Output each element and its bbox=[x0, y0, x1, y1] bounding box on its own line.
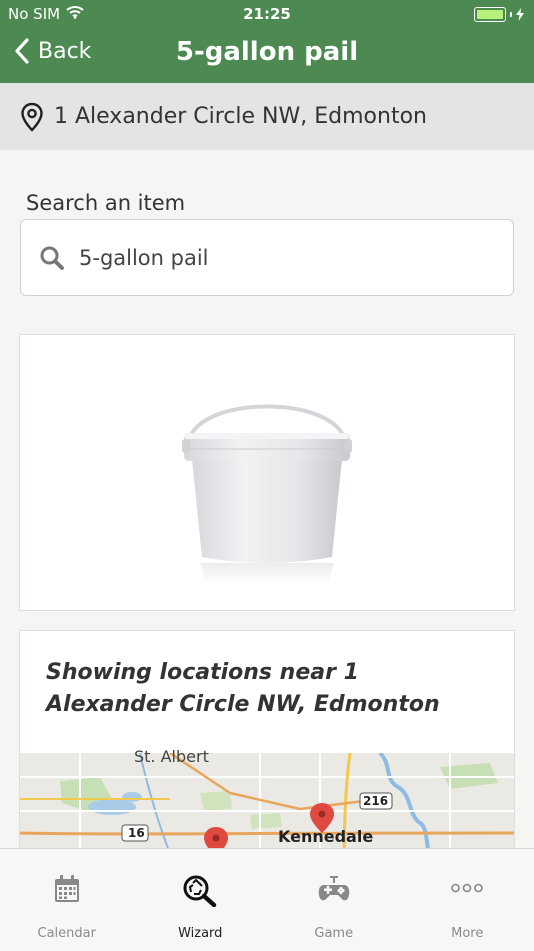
route-16-label: 16 bbox=[128, 826, 145, 840]
item-image-card bbox=[19, 334, 515, 611]
more-icon bbox=[401, 883, 534, 893]
route-216-label: 216 bbox=[363, 794, 388, 808]
battery-icon bbox=[474, 7, 506, 22]
tab-bar: Calendar Wizard bbox=[0, 848, 534, 951]
status-bar: No SIM 21:25 bbox=[0, 0, 534, 28]
locations-card: Showing locations near 1 Alexander Circl… bbox=[19, 630, 515, 872]
status-time: 21:25 bbox=[0, 5, 534, 23]
map-label-kennedale: Kennedale bbox=[278, 827, 373, 846]
tab-calendar[interactable]: Calendar bbox=[0, 849, 134, 951]
search-label: Search an item bbox=[26, 191, 185, 215]
map-label-st-albert: St. Albert bbox=[134, 747, 209, 766]
pail-image bbox=[20, 335, 514, 610]
tab-calendar-label: Calendar bbox=[0, 926, 134, 941]
tab-wizard[interactable]: Wizard bbox=[134, 849, 268, 951]
page-title: 5-gallon pail bbox=[0, 37, 534, 67]
top-bar: No SIM 21:25 Back 5-gallon pail bbox=[0, 0, 534, 83]
wizard-icon bbox=[134, 875, 268, 907]
search-field[interactable] bbox=[20, 219, 514, 296]
tab-more-label: More bbox=[401, 926, 534, 941]
navigation-bar: Back 5-gallon pail bbox=[0, 28, 534, 83]
tab-more[interactable]: More bbox=[401, 849, 534, 951]
locations-heading: Showing locations near 1 Alexander Circl… bbox=[46, 657, 486, 721]
search-icon bbox=[39, 245, 65, 271]
battery-indicator bbox=[474, 7, 524, 22]
tab-wizard-label: Wizard bbox=[134, 926, 268, 941]
tab-game-label: Game bbox=[267, 926, 401, 941]
search-input[interactable] bbox=[77, 245, 481, 271]
calendar-icon bbox=[0, 875, 134, 903]
location-address: 1 Alexander Circle NW, Edmonton bbox=[54, 104, 427, 129]
location-bar[interactable]: 1 Alexander Circle NW, Edmonton bbox=[0, 83, 534, 150]
location-pin-icon bbox=[20, 102, 44, 132]
charging-icon bbox=[516, 8, 524, 21]
gamepad-icon bbox=[267, 875, 401, 905]
tab-game[interactable]: Game bbox=[267, 849, 401, 951]
